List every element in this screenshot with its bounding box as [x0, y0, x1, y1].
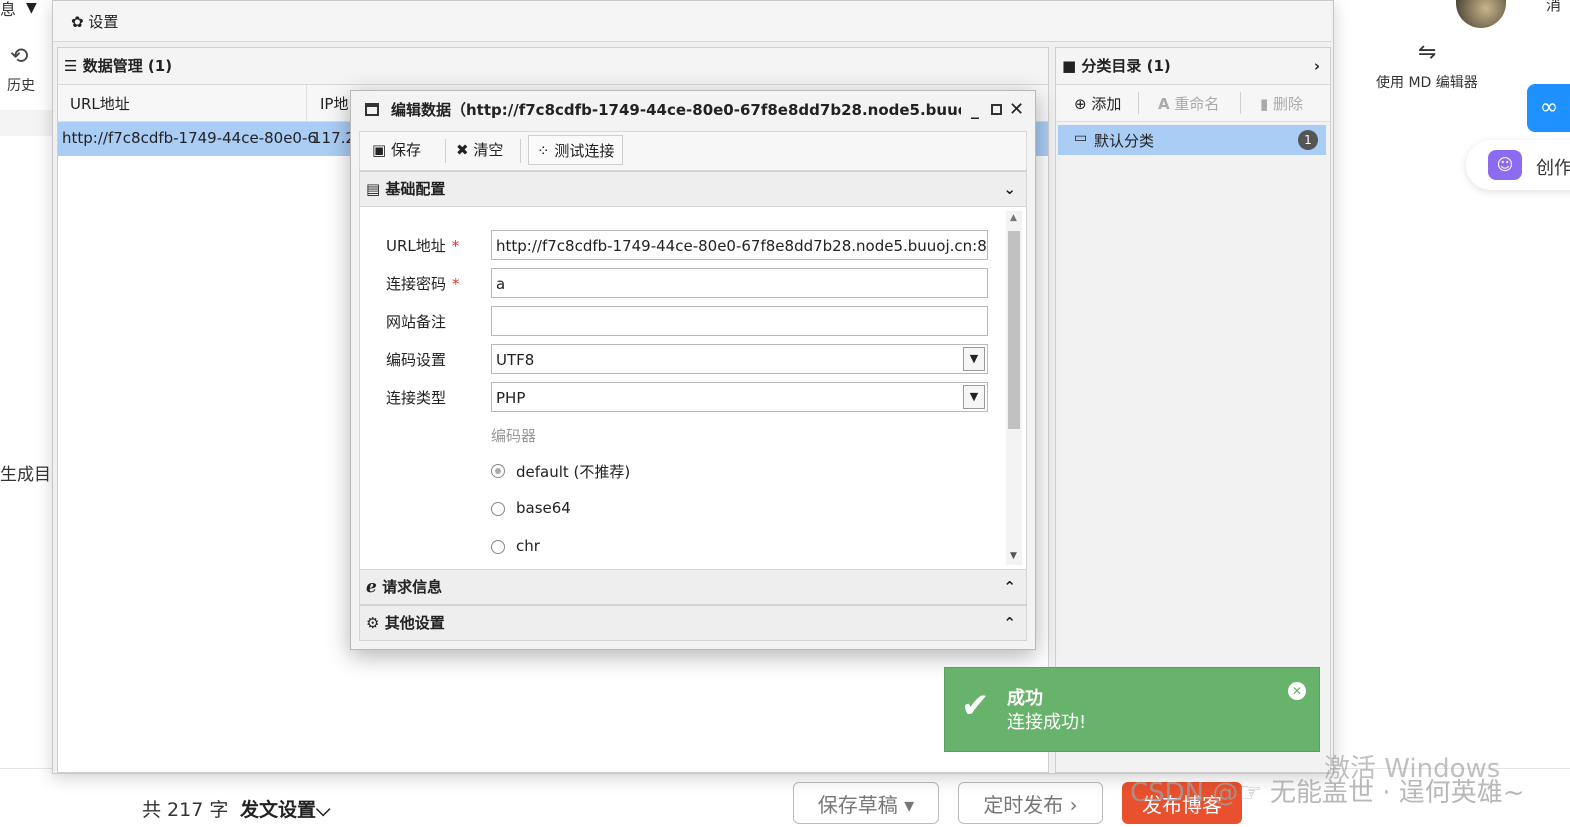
data-panel-header: ☰ 数据管理 (1) — [58, 48, 1048, 85]
category-panel-header: ■ 分类目录 (1) › — [1056, 48, 1330, 85]
rename-category-button[interactable]: A 重命名 — [1158, 93, 1219, 114]
encoder-radio-base64[interactable] — [491, 502, 505, 516]
note-field[interactable] — [491, 306, 988, 336]
top-right-fragment: 消 — [1546, 0, 1562, 14]
dialog-titlebar[interactable]: 编辑数据（http://f7c8cdfb-1749-44ce-80e0-67f8… — [351, 91, 1035, 129]
create-label: 创作 — [1536, 158, 1570, 179]
chevron-right-icon[interactable]: › — [1314, 48, 1320, 84]
column-ip[interactable]: IP地 — [320, 93, 348, 114]
dialog-toolbar: ▣ 保存 ✖ 清空 ⁘ 测试连接 — [359, 131, 1027, 171]
minimize-icon[interactable]: _ — [971, 91, 979, 129]
clear-button[interactable]: ✖ 清空 — [448, 135, 511, 165]
csdn-watermark: CSDN @☞ 无能盖世 · 逞何英雄~ — [1130, 778, 1525, 808]
column-url[interactable]: URL地址 — [70, 93, 130, 114]
close-icon[interactable]: ✕ — [1288, 682, 1306, 700]
success-toast: ✔ 成功 连接成功! ✕ — [944, 667, 1320, 752]
x-icon: ✖ — [456, 141, 469, 159]
chevron-down-icon[interactable]: ▼ — [963, 385, 985, 409]
category-name: 默认分类 — [1094, 132, 1155, 150]
file-text-icon: ▤ — [366, 180, 381, 198]
history-icon[interactable]: ⟲ — [10, 44, 28, 69]
row-url: http://f7c8cdfb-1749-44ce-80e0-6 — [62, 129, 317, 147]
trash-icon: ▮ — [1260, 95, 1269, 113]
password-field[interactable]: a — [491, 268, 988, 298]
background-left-column — [0, 36, 53, 776]
url-field[interactable]: http://f7c8cdfb-1749-44ce-80e0-67f8e8dd7… — [491, 230, 988, 260]
folder-open-icon: ▭ — [1074, 130, 1088, 146]
type-label: 连接类型 — [386, 389, 447, 407]
md-editor-label[interactable]: 使用 MD 编辑器 — [1376, 72, 1478, 92]
chevron-down-icon: ⌄ — [1003, 180, 1016, 198]
chevron-down-icon[interactable]: ▼ — [26, 0, 37, 16]
settings-bar: ✿ 设置 — [53, 1, 1331, 42]
scroll-up-icon[interactable]: ▲ — [1010, 213, 1017, 223]
save-button[interactable]: ▣ 保存 — [364, 135, 429, 165]
delete-category-button[interactable]: ▮ 删除 — [1260, 93, 1303, 114]
folder-icon: ■ — [1062, 57, 1077, 75]
save-icon: ▣ — [372, 141, 387, 159]
category-count-badge: 1 — [1298, 130, 1318, 150]
encoding-value: UTF8 — [496, 351, 535, 369]
toolbar-divider — [1240, 92, 1241, 114]
chevron-down-icon[interactable]: ▼ — [963, 347, 985, 371]
ie-icon: ℯ — [366, 577, 377, 597]
plus-circle-icon: ⊕ — [1074, 95, 1087, 113]
font-icon: A — [1158, 95, 1170, 113]
dialog-title: 编辑数据（http://f7c8cdfb-1749-44ce-80e0-67f8… — [391, 101, 961, 119]
encoder-radio-default[interactable] — [491, 464, 505, 478]
top-left-fragment: 息 — [0, 0, 17, 19]
section-other-header[interactable]: ⚙ 其他设置 ⌃ — [359, 605, 1027, 641]
type-value: PHP — [496, 389, 526, 407]
encoder-label-default[interactable]: default (不推荐) — [516, 461, 630, 482]
row-ip: 117.2 — [312, 129, 355, 147]
column-divider[interactable] — [306, 85, 307, 121]
type-select[interactable]: PHP ▼ — [491, 382, 988, 412]
scroll-thumb[interactable] — [1008, 231, 1020, 429]
swap-icon[interactable]: ⇋ — [1418, 40, 1436, 65]
toolbar-divider — [445, 139, 446, 163]
chevron-up-icon: ⌃ — [1003, 578, 1016, 596]
encoding-label: 编码设置 — [386, 351, 447, 369]
category-item[interactable]: ▭ 默认分类 1 — [1058, 125, 1326, 155]
url-label: URL地址 * — [386, 237, 460, 255]
toolbar-divider — [1138, 92, 1139, 114]
category-panel-title: 分类目录 (1) — [1081, 57, 1171, 75]
checkmark-icon: ✔ — [961, 686, 990, 726]
encoder-label-chr[interactable]: chr — [516, 537, 540, 555]
encoder-radio-chr[interactable] — [491, 540, 505, 554]
section-basic-header[interactable]: ▤ 基础配置 ⌄ — [359, 171, 1027, 207]
history-label[interactable]: 历史 — [7, 75, 35, 95]
note-label: 网站备注 — [386, 313, 447, 331]
maximize-icon[interactable] — [991, 104, 1002, 115]
toolbar-divider — [520, 139, 521, 163]
add-category-button[interactable]: ⊕ 添加 — [1074, 93, 1121, 114]
left-nav-highlight — [0, 110, 52, 136]
list-icon: ☰ — [64, 57, 78, 75]
scroll-down-icon[interactable]: ▼ — [1010, 551, 1017, 561]
encoder-label-base64[interactable]: base64 — [516, 499, 571, 517]
window-icon — [365, 103, 379, 116]
close-icon[interactable]: ✕ — [1009, 91, 1024, 129]
toast-message: 连接成功! — [1007, 712, 1087, 733]
toast-title: 成功 — [1007, 688, 1043, 709]
form-scrollbar[interactable]: ▲ ▼ — [1006, 211, 1022, 565]
gear-icon: ✿ — [71, 13, 84, 31]
category-panel: ■ 分类目录 (1) › ⊕ 添加 A 重命名 ▮ 删除 ▭ 默认分类 1 — [1055, 47, 1331, 773]
cogs-icon: ⚙ — [366, 614, 380, 632]
basic-config-form: URL地址 * http://f7c8cdfb-1749-44ce-80e0-67… — [359, 207, 1027, 569]
data-panel-title: 数据管理 (1) — [82, 57, 173, 75]
test-connection-button[interactable]: ⁘ 测试连接 — [528, 135, 624, 165]
edit-data-dialog: 编辑数据（http://f7c8cdfb-1749-44ce-80e0-67f8… — [350, 90, 1036, 650]
spinner-icon: ⁘ — [537, 142, 550, 160]
section-request-header[interactable]: ℯ 请求信息 ⌃ — [359, 569, 1027, 605]
password-label: 连接密码 * — [386, 275, 460, 293]
chevron-up-icon: ⌃ — [1003, 614, 1016, 632]
robot-icon: ☺ — [1488, 150, 1522, 180]
category-toolbar: ⊕ 添加 A 重命名 ▮ 删除 — [1056, 85, 1330, 122]
settings-tab[interactable]: ✿ 设置 — [71, 11, 118, 32]
cloud-sync-icon[interactable]: ∞ — [1527, 84, 1570, 132]
encoding-select[interactable]: UTF8 ▼ — [491, 344, 988, 374]
left-fragment-text: 生成目 — [0, 465, 51, 485]
encoder-title: 编码器 — [491, 427, 537, 445]
